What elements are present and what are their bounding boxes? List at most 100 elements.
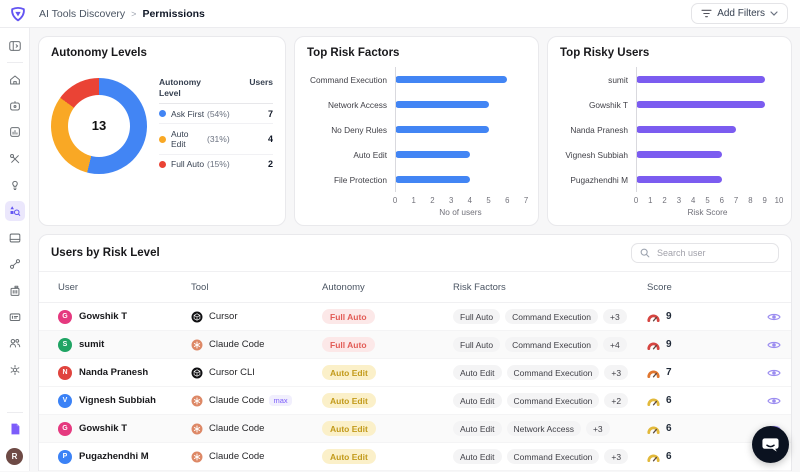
autonomy-badge: Full Auto [322,309,375,324]
x-tick-label: 1 [648,196,652,205]
cursor-logo-icon [191,311,203,323]
table-row[interactable]: VVignesh SubbiahClaude CodemaxAuto EditA… [39,387,791,415]
bar-category-label: sumit [560,75,636,85]
view-user-button[interactable] [765,366,783,380]
score-cell: 7 [647,367,757,378]
action-cell [757,310,791,324]
ideas-icon[interactable] [5,175,25,195]
claude-logo-icon [191,451,203,463]
bar-track [395,101,526,108]
tool-cell: Cursor CLI [191,367,322,379]
table-row[interactable]: GGowshik TCursorFull AutoFull AutoComman… [39,303,791,331]
x-tick-label: 7 [734,196,738,205]
bar[interactable] [636,76,765,83]
bar[interactable] [395,101,489,108]
user-avatar-menu[interactable]: R [6,448,23,465]
chat-bubble-icon [761,435,780,454]
score-cell: 6 [647,395,757,406]
bar-track [395,126,526,133]
bar[interactable] [636,151,722,158]
bar-rows: Command ExecutionNetwork AccessNo Deny R… [307,67,526,192]
risk-chip: Auto Edit [453,421,502,436]
x-tick-label: 8 [748,196,752,205]
table-row[interactable]: GGowshik TClaude CodeAuto EditAuto EditN… [39,415,791,443]
score-cell: 6 [647,451,757,462]
risk-chip: +3 [603,309,627,324]
bar[interactable] [636,126,736,133]
tool-cell: Claude Code [191,423,322,435]
bar[interactable] [395,76,507,83]
x-axis-title: No of users [395,207,526,217]
bar[interactable] [636,176,722,183]
chat-widget-button[interactable] [752,426,789,463]
bar-row: Pugazhendhi M [560,167,779,192]
bar-category-label: Gowshik T [560,100,636,110]
user-cell: NNanda Pranesh [39,366,191,380]
score-cell: 9 [647,339,757,350]
panel-toggle-icon[interactable] [5,36,25,56]
table-row[interactable]: SsumitClaude CodeFull AutoFull AutoComma… [39,331,791,359]
summary-cards-row: Autonomy Levels 13 Autonomy Level Users … [38,36,792,226]
risk-chip: Auto Edit [453,393,502,408]
autonomy-donut-chart[interactable]: 13 [51,78,147,174]
browser-window-icon[interactable] [5,228,25,248]
autonomy-cell: Full Auto [322,337,453,352]
search-user-input[interactable] [655,247,770,259]
score-value: 9 [666,339,672,350]
breadcrumb-parent-link[interactable]: AI Tools Discovery [39,8,125,20]
organization-icon[interactable] [5,281,25,301]
legend-col-users: Users [249,77,273,98]
settings-gear-icon[interactable] [5,360,25,380]
risk-chip: Full Auto [453,337,500,352]
breadcrumb-current: Permissions [142,8,204,20]
user-cell: GGowshik T [39,422,191,436]
sidebar-divider [7,62,23,63]
score-cell: 9 [647,311,757,322]
analytics-icon[interactable] [5,122,25,142]
view-user-button[interactable] [765,338,783,352]
tool-name: Cursor CLI [209,367,255,378]
home-icon[interactable] [5,70,25,90]
risk-factors-cell: Auto EditNetwork Access+3 [453,421,647,436]
claude-logo-icon [191,423,203,435]
bar-category-label: Nanda Pranesh [560,125,636,135]
view-user-button[interactable] [765,394,783,408]
risk-factors-cell: Full AutoCommand Execution+3 [453,309,647,324]
bar[interactable] [395,176,470,183]
search-icon [640,248,650,258]
autonomy-badge: Auto Edit [322,393,376,408]
add-filters-button[interactable]: Add Filters [691,3,788,24]
bar-rows: sumitGowshik TNanda PraneshVignesh Subbi… [560,67,779,192]
risk-chip: +4 [603,337,627,352]
table-row[interactable]: NNanda PraneshCursor CLIAuto EditAuto Ed… [39,359,791,387]
bar[interactable] [395,126,489,133]
app-logo-icon[interactable] [9,5,27,23]
sidebar: R [0,28,30,471]
tool-name: Claude Code [209,423,264,434]
users-icon[interactable] [5,333,25,353]
bar[interactable] [636,101,765,108]
discovery-search-icon[interactable] [5,201,25,221]
bar[interactable] [395,151,470,158]
integrations-icon[interactable] [5,254,25,274]
tools-icon[interactable] [5,149,25,169]
bar-category-label: File Protection [307,175,395,185]
x-tick-label: 7 [524,196,528,205]
score-value: 9 [666,311,672,322]
table-row[interactable]: PPugazhendhi MClaude CodeAuto EditAuto E… [39,443,791,471]
eye-icon [767,312,781,322]
y-axis-line [395,67,396,192]
view-user-button[interactable] [765,310,783,324]
bar-row: Nanda Pranesh [560,117,779,142]
id-card-icon[interactable] [5,307,25,327]
purple-document-icon[interactable] [5,419,25,439]
x-tick-label: 4 [691,196,695,205]
bot-icon[interactable] [5,96,25,116]
bar-row: Command Execution [307,67,526,92]
user-name: Gowshik T [79,423,127,434]
user-cell: GGowshik T [39,310,191,324]
risk-chip: Network Access [507,421,581,436]
autonomy-legend: Autonomy Level Users Ask First(54%)7Auto… [159,77,273,174]
x-tick-label: 2 [662,196,666,205]
user-name: Vignesh Subbiah [79,395,156,406]
